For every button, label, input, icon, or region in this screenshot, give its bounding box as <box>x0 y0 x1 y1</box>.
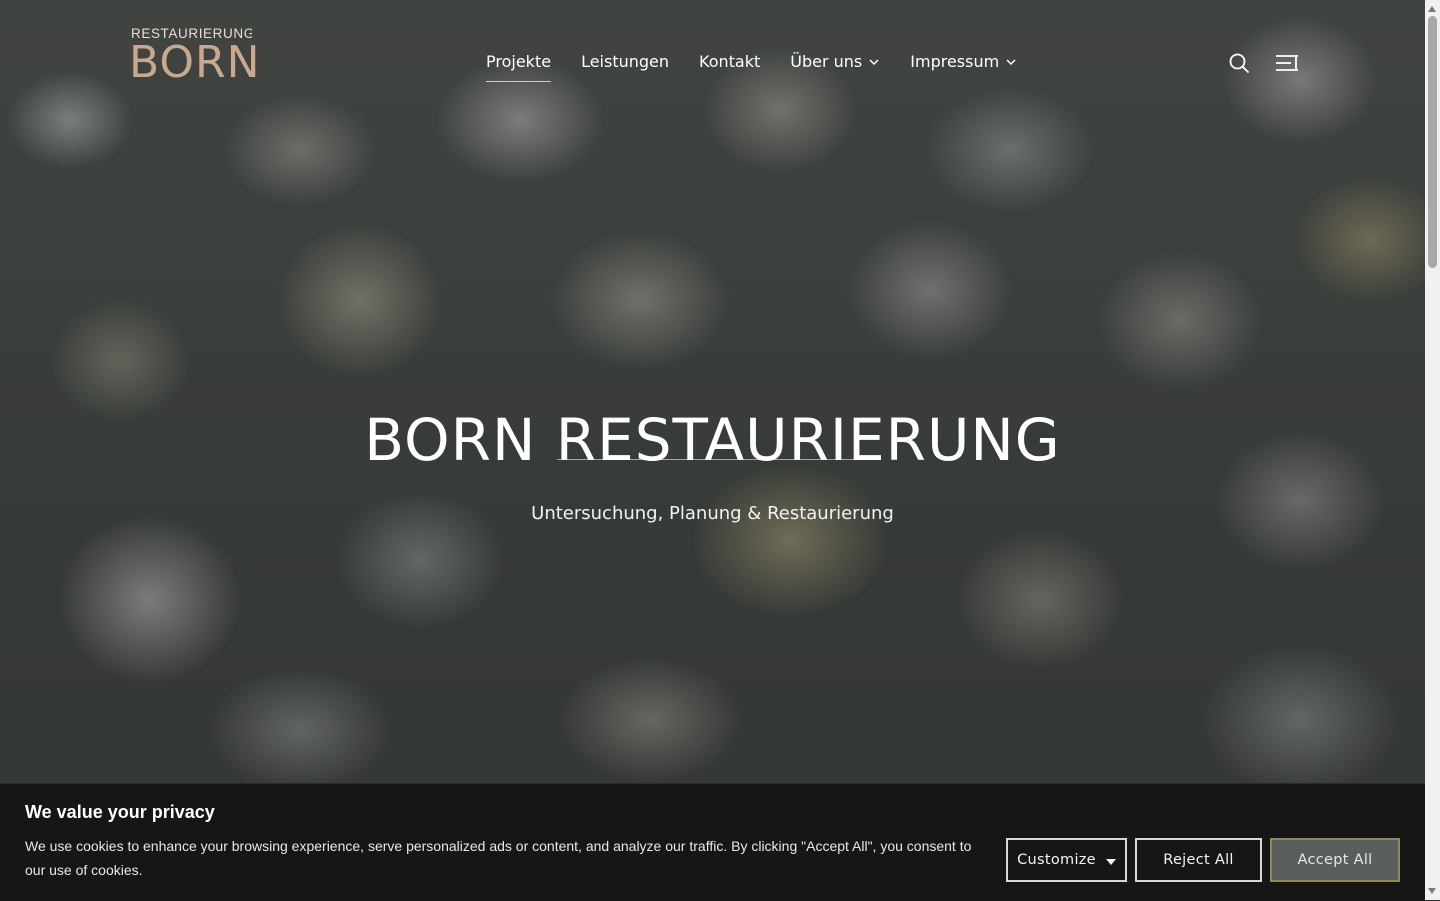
nav-item-label: Über uns <box>790 52 863 71</box>
scrollbar-thumb[interactable] <box>1428 16 1437 268</box>
nav-item-label: Impressum <box>910 52 1000 71</box>
cookie-banner: We value your privacy We use cookies to … <box>0 783 1425 901</box>
nav-item-label: Leistungen <box>581 52 670 71</box>
main-nav: Projekte Leistungen Kontakt Über uns Imp… <box>486 50 1047 82</box>
site-header: RESTAURIERUNG BORN Projekte Leistungen K… <box>0 0 1425 120</box>
nav-item-ueber-uns[interactable]: Über uns <box>790 50 880 82</box>
cookie-banner-title: We value your privacy <box>25 802 215 822</box>
search-icon[interactable] <box>1228 52 1250 74</box>
scroll-down-arrow-icon[interactable] <box>1428 888 1436 894</box>
hero-divider <box>557 459 867 460</box>
nav-item-leistungen[interactable]: Leistungen <box>581 50 669 82</box>
header-actions <box>1228 52 1299 74</box>
caret-down-icon <box>1105 858 1116 865</box>
nav-item-impressum[interactable]: Impressum <box>910 50 1017 82</box>
site-logo[interactable]: RESTAURIERUNG BORN <box>129 26 260 86</box>
customize-button-label: Customize <box>1017 852 1096 868</box>
hero-title: BORN RESTAURIERUNG <box>364 405 1061 474</box>
page-scrollbar[interactable] <box>1425 0 1440 900</box>
reject-all-button-label: Reject All <box>1163 852 1234 868</box>
accept-all-button-label: Accept All <box>1297 852 1373 868</box>
accept-all-button[interactable]: Accept All <box>1270 838 1400 882</box>
nav-item-label: Projekte <box>486 52 552 71</box>
nav-item-projekte[interactable]: Projekte <box>486 50 552 82</box>
menu-icon[interactable] <box>1275 52 1299 74</box>
chevron-down-icon <box>1006 59 1016 66</box>
cookie-banner-text: We use cookies to enhance your browsing … <box>25 838 972 878</box>
nav-item-kontakt[interactable]: Kontakt <box>699 50 760 82</box>
hero-subtitle: Untersuchung, Planung & Restaurierung <box>531 503 894 524</box>
nav-item-label: Kontakt <box>699 52 761 71</box>
logo-main-text: BORN <box>129 37 261 88</box>
reject-all-button[interactable]: Reject All <box>1135 838 1262 882</box>
chevron-down-icon <box>869 59 879 66</box>
scroll-up-arrow-icon[interactable] <box>1428 6 1436 12</box>
customize-button[interactable]: Customize <box>1006 838 1127 882</box>
